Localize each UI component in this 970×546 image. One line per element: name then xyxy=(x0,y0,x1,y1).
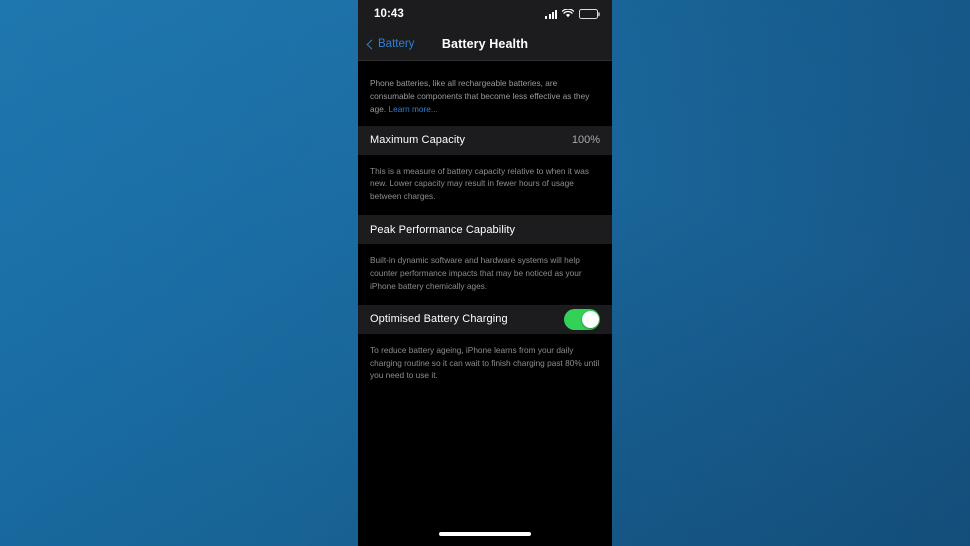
status-bar-icons xyxy=(545,5,598,23)
row-peak-performance-capability[interactable]: Peak Performance Capability xyxy=(358,215,612,245)
note-maximum-capacity: This is a measure of battery capacity re… xyxy=(358,154,612,216)
note-optimised-battery-charging: To reduce battery ageing, iPhone learns … xyxy=(358,333,612,395)
background-right-gradient xyxy=(612,0,970,546)
wifi-icon xyxy=(561,5,575,23)
screenshot-root: 10:43 Battery Battery Health Phone batte… xyxy=(0,0,970,546)
row-maximum-capacity[interactable]: Maximum Capacity 100% xyxy=(358,125,612,155)
back-button[interactable]: Battery xyxy=(366,38,414,50)
row-optimised-battery-charging[interactable]: Optimised Battery Charging xyxy=(358,304,612,334)
chevron-left-icon xyxy=(366,39,377,49)
battery-icon xyxy=(579,9,598,19)
background-left-gradient xyxy=(0,0,360,546)
row-value-maximum-capacity: 100% xyxy=(571,134,600,147)
toggle-knob xyxy=(581,310,599,328)
row-label-peak-performance-capability: Peak Performance Capability xyxy=(370,223,516,236)
status-bar-time: 10:43 xyxy=(374,8,404,20)
row-label-optimised-battery-charging: Optimised Battery Charging xyxy=(370,313,508,326)
navigation-bar: Battery Battery Health xyxy=(358,28,612,61)
home-indicator[interactable] xyxy=(439,532,531,536)
row-label-maximum-capacity: Maximum Capacity xyxy=(370,134,466,147)
note-peak-performance-capability: Built-in dynamic software and hardware s… xyxy=(358,244,612,305)
intro-text: Phone batteries, like all rechargeable b… xyxy=(358,61,612,126)
cellular-signal-icon xyxy=(545,9,557,19)
back-button-label: Battery xyxy=(378,38,415,50)
settings-content: Phone batteries, like all rechargeable b… xyxy=(358,61,612,395)
learn-more-link[interactable]: Learn more... xyxy=(388,104,437,114)
optimised-battery-charging-toggle[interactable] xyxy=(564,308,600,330)
phone-screen: 10:43 Battery Battery Health Phone batte… xyxy=(358,0,612,546)
home-indicator-area xyxy=(358,522,612,546)
status-bar: 10:43 xyxy=(358,0,612,28)
